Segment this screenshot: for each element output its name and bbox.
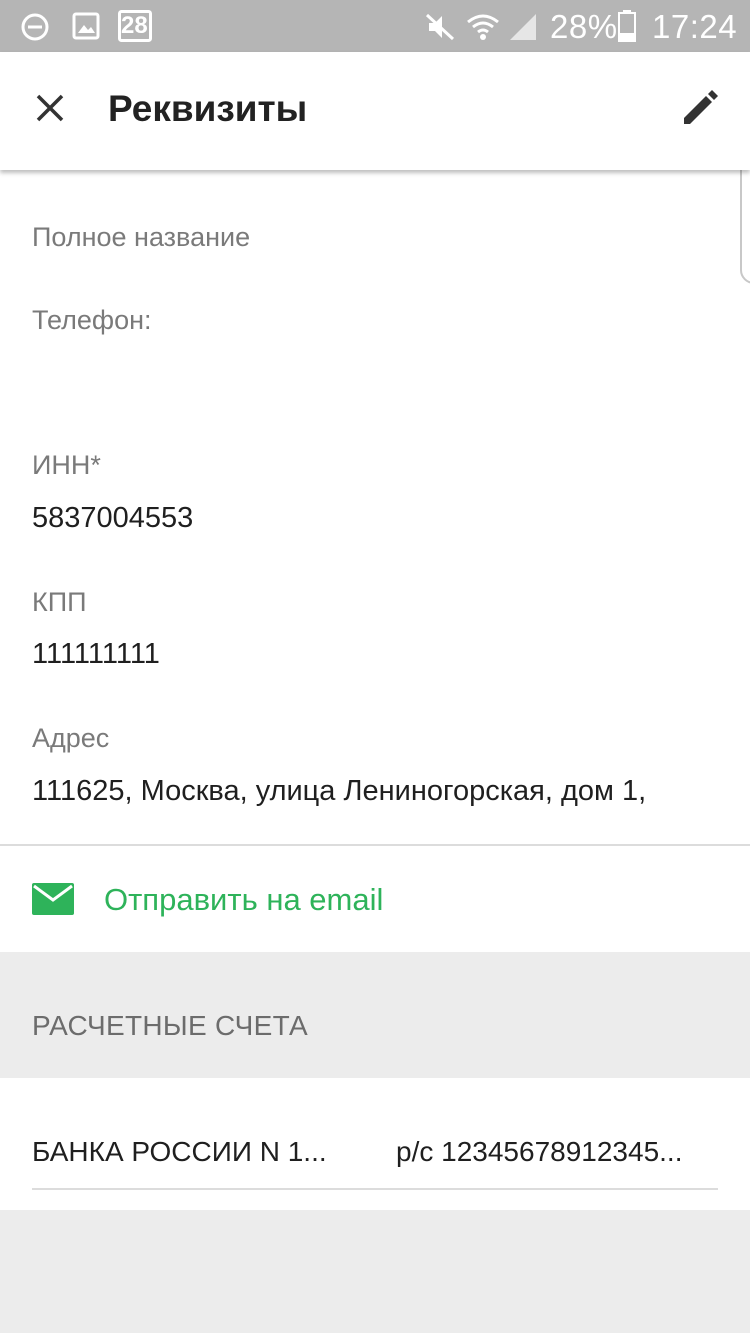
close-button[interactable]	[22, 82, 78, 138]
kpp-label: КПП	[32, 587, 87, 617]
battery-percent: 28%	[550, 8, 618, 45]
kpp-value: 111111111	[32, 638, 160, 670]
accounts-section-title: РАСЧЕТНЫЕ СЧЕТА	[32, 1010, 309, 1041]
inn-label: ИНН*	[32, 450, 101, 480]
minus-circle-icon	[20, 12, 50, 47]
phone-label: Телефон:	[32, 305, 152, 335]
clock: 17:24	[652, 8, 738, 45]
app-bar: Реквизиты	[0, 52, 750, 170]
full-name-label: Полное название	[32, 222, 251, 252]
address-label: Адрес	[32, 723, 110, 753]
calendar-icon: 28	[118, 10, 152, 47]
edit-button[interactable]	[672, 82, 728, 138]
image-icon	[72, 12, 100, 45]
address-value: 111625, Москва, улица Лениногорская, дом…	[32, 775, 647, 807]
close-icon	[34, 92, 66, 129]
bank-name: БАНКА РОССИИ N 1...	[32, 1136, 327, 1167]
page-title: Реквизиты	[108, 88, 308, 129]
accounts-list: БАНКА РОССИИ N 1... р/с 12345678912345..…	[0, 1078, 750, 1210]
pencil-icon	[680, 88, 720, 133]
send-email-label: Отправить на email	[104, 882, 384, 917]
notification-count: 28	[121, 12, 148, 39]
send-email-button[interactable]: Отправить на email	[0, 846, 750, 952]
wifi-icon	[466, 12, 500, 47]
requisites-details: Полное название Телефон: ИНН* 5837004553…	[0, 170, 750, 844]
battery-icon	[618, 10, 636, 47]
accounts-section-header: РАСЧЕТНЫЕ СЧЕТА	[0, 952, 750, 1078]
status-bar: 28 28% 17:24	[0, 0, 750, 52]
inn-value: 5837004553	[32, 502, 194, 534]
list-item[interactable]: БАНКА РОССИИ N 1... р/с 12345678912345..…	[32, 1078, 718, 1190]
mute-icon	[425, 12, 457, 47]
mail-icon	[32, 883, 74, 920]
account-number: р/с 12345678912345...	[396, 1136, 683, 1167]
signal-icon	[506, 12, 538, 47]
